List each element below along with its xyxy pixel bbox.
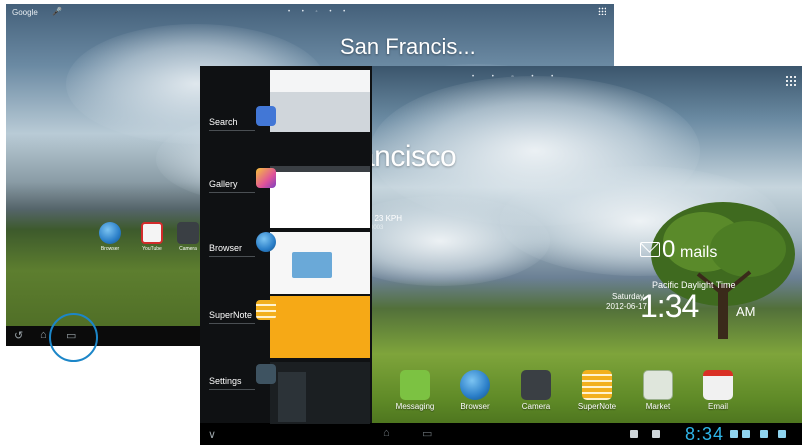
divider <box>209 256 255 257</box>
recent-item-supernote[interactable]: SuperNote <box>200 296 372 358</box>
browser-icon <box>460 370 490 400</box>
ampm-label: AM <box>736 304 756 319</box>
gallery-icon <box>256 168 276 188</box>
dock-app-email[interactable]: Email <box>688 370 748 411</box>
app-label: YouTube <box>142 246 162 252</box>
hide-recents-icon[interactable]: ∨ <box>208 428 216 441</box>
settings-icon <box>778 430 786 438</box>
dock-app-market[interactable]: Market <box>628 370 688 411</box>
page-indicator: • • ▫ • • <box>472 74 562 80</box>
gmail-icon <box>703 370 733 400</box>
weather-city-label: ancisco <box>358 140 457 173</box>
recent-thumbnail <box>270 296 370 358</box>
dock-app-browser[interactable]: Browser <box>445 370 505 411</box>
recent-item-browser[interactable]: Browser <box>200 232 372 294</box>
battery-icon <box>742 430 750 438</box>
screenshot-composite: Google 🎤 • • ◦ • • San Francis... Browse… <box>0 0 802 445</box>
supernote-icon <box>582 370 612 400</box>
supernote-icon <box>256 300 276 320</box>
image-icon <box>652 430 660 438</box>
envelope-icon <box>640 242 660 257</box>
recent-thumbnail <box>270 362 370 424</box>
browser-icon <box>99 222 121 244</box>
recent-thumbnail <box>270 70 370 132</box>
recent-item-label: Browser <box>209 243 243 253</box>
home-icon[interactable]: ⌂ <box>383 427 390 439</box>
dock-app-messaging[interactable]: Messaging <box>385 370 445 411</box>
mail-label: mails <box>680 244 718 261</box>
divider <box>209 389 255 390</box>
app-browser[interactable]: Browser <box>94 222 126 252</box>
apps-grid-icon[interactable] <box>785 75 796 86</box>
recent-item-label: Search <box>209 117 238 127</box>
clock-widget[interactable]: 1:34 <box>640 288 699 325</box>
recent-item-label: Gallery <box>209 179 238 189</box>
dock-app-label: Email <box>707 402 728 411</box>
divider <box>209 323 255 324</box>
weather-city-label: San Francis... <box>340 34 476 59</box>
dock-app-camera[interactable]: Camera <box>506 370 566 411</box>
back-icon[interactable]: ↺ <box>14 329 23 342</box>
apps-grid-icon[interactable] <box>598 7 606 15</box>
weather-wind-label: / 23 KPH <box>370 214 403 223</box>
divider <box>209 192 255 193</box>
recent-item-label: Settings <box>209 376 242 386</box>
camera-icon <box>521 370 551 400</box>
divider <box>209 130 255 131</box>
market-icon <box>643 370 673 400</box>
dock-app-label: Camera <box>521 402 551 411</box>
dock-app-supernote[interactable]: SuperNote <box>567 370 627 411</box>
recent-apps-highlight <box>49 313 98 362</box>
recent-item-label: SuperNote <box>209 310 253 320</box>
google-search-label[interactable]: Google <box>12 8 38 17</box>
app-youtube[interactable]: YouTube <box>136 222 168 252</box>
settings-icon <box>256 364 276 384</box>
recent-apps-icon[interactable]: ▭ <box>422 427 432 440</box>
status-clock: 8:34 <box>684 424 724 444</box>
notification-icon <box>760 430 768 438</box>
tree-illustration <box>651 202 795 339</box>
settings-list-graphic <box>278 372 306 422</box>
mail-count: 0 <box>662 236 676 263</box>
dock-app-label: Browser <box>460 402 490 411</box>
home-icon[interactable]: ⌂ <box>40 329 47 341</box>
dock-app-label: Market <box>645 402 671 411</box>
recent-item-gallery[interactable]: Gallery <box>200 166 372 228</box>
recent-item-settings[interactable]: Settings <box>200 362 372 424</box>
youtube-icon <box>141 222 163 244</box>
messaging-icon <box>400 370 430 400</box>
wifi-icon <box>730 430 738 438</box>
laptop-graphic <box>292 252 332 278</box>
dock-app-label: SuperNote <box>577 402 617 411</box>
download-icon <box>630 430 638 438</box>
app-label: Browser <box>100 246 120 252</box>
recent-apps-panel: Search Gallery Browser SuperNote Setting… <box>200 66 372 424</box>
system-bar: ⌂ ▭ 8:34 <box>200 423 802 445</box>
recent-item-search[interactable]: Search <box>200 70 372 132</box>
google-search-icon <box>256 106 276 126</box>
recent-thumbnail <box>270 166 370 228</box>
camera-icon <box>177 222 199 244</box>
browser-icon <box>256 232 276 252</box>
weather-sub-label: 0003 <box>370 225 384 231</box>
page-indicator: • • ◦ • • <box>288 9 351 15</box>
mic-icon[interactable]: 🎤 <box>52 7 62 16</box>
keyboard-graphic <box>270 92 370 132</box>
recent-thumbnail <box>270 232 370 294</box>
top-bar: Google 🎤 • • ◦ • • <box>6 4 614 22</box>
dock-app-label: Messaging <box>395 402 435 411</box>
header-graphic <box>270 166 370 172</box>
